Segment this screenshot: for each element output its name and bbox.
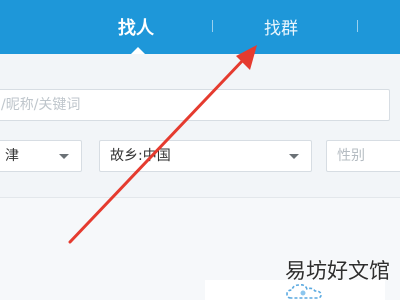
search-panel: 津 故乡:中国 性别 — [0, 54, 400, 197]
tab-separator — [357, 20, 358, 32]
watermark: 易坊好文馆 — [285, 259, 390, 283]
tab-find-people[interactable]: 找人 — [118, 14, 154, 40]
chevron-down-icon — [59, 154, 69, 159]
search-input[interactable] — [0, 90, 389, 120]
location-select-value: 津 — [5, 148, 19, 164]
tab-find-group[interactable]: 找群 — [264, 14, 298, 39]
tab-separator — [212, 20, 213, 32]
chevron-down-icon — [289, 154, 299, 159]
search-box[interactable] — [0, 89, 390, 121]
hometown-select-value: 故乡:中国 — [110, 148, 171, 164]
gender-select[interactable]: 性别 — [326, 140, 400, 172]
location-select[interactable]: 津 — [0, 140, 82, 172]
top-tab-bar: 找人 找群 — [0, 0, 400, 55]
hometown-select[interactable]: 故乡:中国 — [99, 140, 312, 172]
gender-select-placeholder: 性别 — [337, 148, 365, 164]
